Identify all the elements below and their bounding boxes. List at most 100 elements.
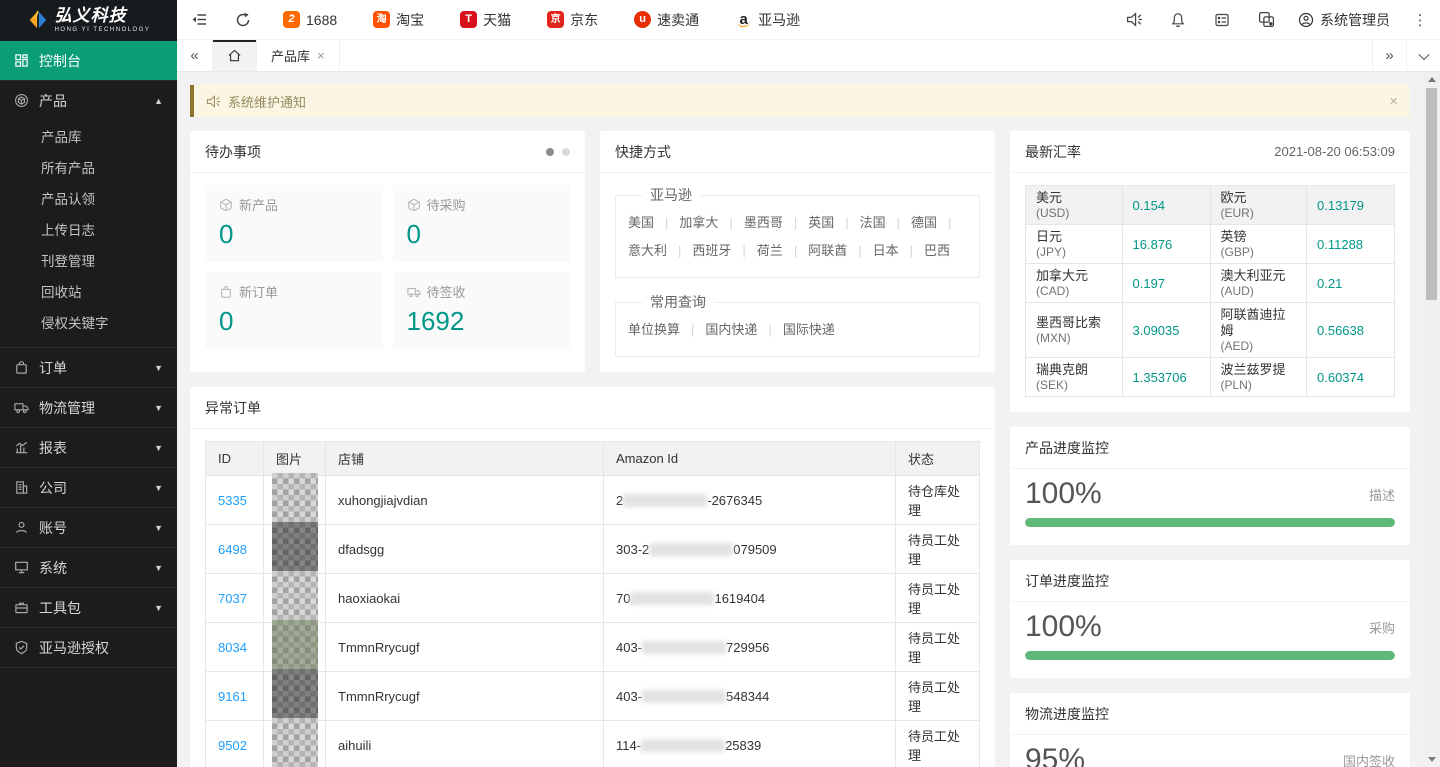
- sidebar-item-product-claim[interactable]: 产品认领: [0, 184, 177, 215]
- more-menu-icon[interactable]: ⋮: [1400, 11, 1440, 29]
- carousel-dot-1[interactable]: [546, 148, 554, 156]
- sidebar-item-company[interactable]: 公司 ▼: [0, 468, 177, 507]
- sidebar-item-accounts[interactable]: 账号 ▼: [0, 508, 177, 547]
- marketplace-link-tmall[interactable]: T 天猫: [442, 0, 529, 40]
- marketplace-link-amazon[interactable]: a 亚马逊: [717, 0, 818, 40]
- tab-scroll-left-icon[interactable]: «: [177, 40, 213, 71]
- sidebar-item-system[interactable]: 系统 ▼: [0, 548, 177, 587]
- close-notice-icon[interactable]: ×: [1389, 93, 1398, 110]
- shop-name: xuhongjiajvdian: [326, 476, 604, 525]
- sidebar-item-console[interactable]: 控制台: [0, 41, 177, 80]
- tabbar: « 产品库 × »: [177, 40, 1440, 72]
- sidebar: 弘义科技 HONG YI TECHNOLOGY 控制台 产品 ▲ 产品库 所有产…: [0, 0, 177, 767]
- link-canada[interactable]: 加拿大: [679, 215, 743, 230]
- link-netherlands[interactable]: 荷兰: [757, 243, 808, 258]
- theme-switch-icon[interactable]: [1244, 0, 1288, 40]
- shop-name: haoxiaokai: [326, 574, 604, 623]
- truck-icon: [407, 285, 421, 299]
- order-row: 5335 xuhongjiajvdian 2-2676345 待仓库处理: [206, 476, 980, 525]
- sidebar-item-product-library[interactable]: 产品库: [0, 122, 177, 153]
- link-domestic-express[interactable]: 国内快递: [705, 322, 782, 337]
- stat-value: 0: [219, 306, 369, 337]
- sidebar-item-toolkit[interactable]: 工具包 ▼: [0, 588, 177, 627]
- sidebar-item-label: 控制台: [39, 51, 81, 71]
- order-id-link[interactable]: 6498: [218, 542, 247, 557]
- sidebar-item-product[interactable]: 产品 ▲: [0, 81, 177, 120]
- tab-home[interactable]: [213, 40, 257, 71]
- sidebar-item-infringement-keywords[interactable]: 侵权关键字: [0, 308, 177, 339]
- stat-pending-receipt[interactable]: 待签收 1692: [393, 272, 571, 349]
- link-france[interactable]: 法国: [860, 215, 911, 230]
- blurred-text: [630, 592, 714, 605]
- tab-scroll-right-icon[interactable]: »: [1372, 40, 1406, 71]
- refresh-icon[interactable]: [221, 0, 265, 40]
- clear-cache-icon[interactable]: [1200, 0, 1244, 40]
- sidebar-item-label: 物流管理: [39, 398, 95, 418]
- sidebar-item-logistics[interactable]: 物流管理 ▼: [0, 388, 177, 427]
- column-header-shop: 店铺: [326, 442, 604, 476]
- link-international-express[interactable]: 国际快递: [783, 322, 835, 337]
- link-mexico[interactable]: 墨西哥: [744, 215, 808, 230]
- chevron-down-icon: ▼: [154, 403, 163, 413]
- link-spain[interactable]: 西班牙: [692, 243, 756, 258]
- marketplace-link-jd[interactable]: 京 京东: [529, 0, 616, 40]
- order-id-link[interactable]: 7037: [218, 591, 247, 606]
- exchange-rate-card: 最新汇率 2021-08-20 06:53:09 美元(USD) 0.154 欧…: [1010, 131, 1410, 412]
- topbar: 2 1688 淘 淘宝 T 天猫 京 京东 u 速卖通 a 亚马逊: [177, 0, 1440, 40]
- order-status: 待员工处理: [896, 574, 980, 623]
- order-id-link[interactable]: 5335: [218, 493, 247, 508]
- stat-new-orders[interactable]: 新订单 0: [205, 272, 383, 349]
- close-tab-icon[interactable]: ×: [317, 48, 325, 63]
- rate-value: 16.876: [1133, 237, 1173, 252]
- 1688-icon: 2: [283, 11, 300, 28]
- link-germany[interactable]: 德国: [911, 215, 962, 230]
- column-header-amazon-id: Amazon Id: [604, 442, 896, 476]
- exchange-rate-timestamp: 2021-08-20 06:53:09: [1274, 144, 1395, 159]
- scroll-down-icon[interactable]: [1428, 757, 1436, 762]
- link-brazil[interactable]: 巴西: [924, 243, 950, 258]
- order-id-link[interactable]: 9161: [218, 689, 247, 704]
- chevron-down-icon: ▼: [154, 483, 163, 493]
- order-id-link[interactable]: 8034: [218, 640, 247, 655]
- progress-percent: 100%: [1025, 610, 1102, 644]
- carousel-dot-2[interactable]: [562, 148, 570, 156]
- sidebar-item-all-products[interactable]: 所有产品: [0, 153, 177, 184]
- progress-stage: 采购: [1369, 618, 1395, 637]
- sidebar-item-upload-log[interactable]: 上传日志: [0, 215, 177, 246]
- chevron-up-icon: ▲: [154, 96, 163, 106]
- sidebar-item-label: 账号: [39, 518, 67, 538]
- tab-product-library[interactable]: 产品库 ×: [257, 40, 340, 71]
- stat-new-products[interactable]: 新产品 0: [205, 185, 383, 262]
- product-icon: [14, 93, 29, 108]
- announcement-icon[interactable]: [1112, 0, 1156, 40]
- link-us[interactable]: 美国: [628, 215, 679, 230]
- sidebar-item-reports[interactable]: 报表 ▼: [0, 428, 177, 467]
- marketplace-link-aliexpress[interactable]: u 速卖通: [616, 0, 717, 40]
- logo-subtitle: HONG YI TECHNOLOGY: [55, 27, 151, 33]
- link-uk[interactable]: 英国: [808, 215, 859, 230]
- blurred-text: [623, 494, 707, 507]
- sidebar-item-orders[interactable]: 订单 ▼: [0, 348, 177, 387]
- sidebar-item-listing-management[interactable]: 刊登管理: [0, 246, 177, 277]
- link-italy[interactable]: 意大利: [628, 243, 692, 258]
- user-menu[interactable]: 系统管理员: [1288, 0, 1400, 40]
- sidebar-item-recycle-bin[interactable]: 回收站: [0, 277, 177, 308]
- link-uae[interactable]: 阿联酋: [808, 243, 872, 258]
- tab-menu-icon[interactable]: [1406, 40, 1440, 71]
- link-unit-conversion[interactable]: 单位换算: [628, 322, 705, 337]
- collapse-sidebar-icon[interactable]: [177, 0, 221, 40]
- sidebar-item-amazon-auth[interactable]: 亚马逊授权: [0, 628, 177, 667]
- bell-icon[interactable]: [1156, 0, 1200, 40]
- scrollbar-thumb[interactable]: [1426, 88, 1437, 300]
- scroll-up-icon[interactable]: [1423, 72, 1440, 86]
- link-japan[interactable]: 日本: [873, 243, 924, 258]
- notice-text: 系统维护通知: [228, 92, 306, 111]
- order-id-link[interactable]: 9502: [218, 738, 247, 753]
- marketplace-link-1688[interactable]: 2 1688: [265, 0, 355, 40]
- exchange-rate-title: 最新汇率: [1025, 142, 1081, 162]
- stat-pending-purchase[interactable]: 待采购 0: [393, 185, 571, 262]
- rate-row: 加拿大元(CAD) 0.197 澳大利亚元(AUD) 0.21: [1026, 264, 1395, 303]
- shortcuts-title: 快捷方式: [615, 142, 671, 162]
- logo: 弘义科技 HONG YI TECHNOLOGY: [0, 0, 177, 40]
- marketplace-link-taobao[interactable]: 淘 淘宝: [355, 0, 442, 40]
